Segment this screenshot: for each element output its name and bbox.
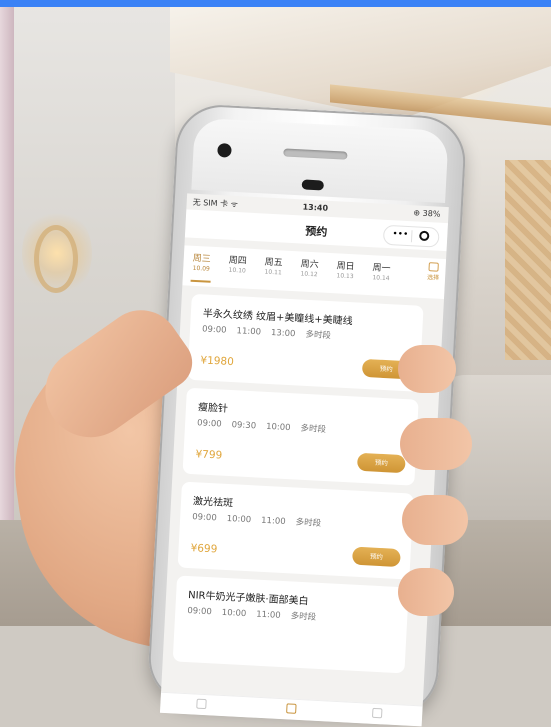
wall-lamp-ring — [34, 225, 78, 293]
decorative-panel — [505, 160, 551, 360]
time-slot[interactable]: 09:30 — [231, 420, 256, 431]
calendar-icon — [428, 262, 439, 272]
smartphone: 无 SIM 卡 ᯤ 13:40 ⊕ 38% 预约 ••• 周三 10.09 周四 1… — [146, 102, 468, 727]
time-slot[interactable]: 09:00 — [202, 324, 227, 335]
time-slot[interactable]: 09:00 — [192, 512, 217, 523]
service-card[interactable]: 瘦脸针 09:00 09:30 10:00 多时段 ¥799 预约 — [182, 387, 419, 486]
finger — [398, 568, 454, 616]
day-tab-2[interactable]: 周五 10.11 — [255, 254, 292, 277]
clock: 13:40 — [302, 202, 329, 213]
home-tab-icon[interactable] — [196, 698, 207, 710]
service-card[interactable]: 半永久纹绣 纹眉+美瞳线+美睫线 09:00 11:00 13:00 多时段 ¥198… — [187, 293, 424, 392]
top-accent-bar — [0, 0, 551, 7]
service-price: ¥799 — [195, 448, 223, 462]
day-tab-3[interactable]: 周六 10.12 — [291, 256, 328, 279]
bottom-tab-bar — [159, 691, 423, 727]
day-tab-4[interactable]: 周日 10.13 — [327, 258, 364, 281]
time-slot-more[interactable]: 多时段 — [290, 611, 316, 622]
book-button[interactable]: 预约 — [351, 546, 401, 568]
time-slot-more[interactable]: 多时段 — [300, 424, 326, 435]
time-slots: 09:00 09:30 10:00 多时段 — [197, 416, 336, 435]
day-tab-5[interactable]: 周一 10.14 — [363, 260, 400, 283]
miniprogram-capsule: ••• — [382, 224, 440, 248]
finger — [402, 495, 468, 545]
book-button[interactable]: 预约 — [356, 452, 406, 474]
date-selector: 周三 10.09 周四 10.10 周五 10.11 周六 10.12 周日 10.13 … — [182, 245, 447, 300]
active-day-indicator — [190, 279, 211, 283]
finger — [398, 345, 456, 393]
carrier-status: 无 SIM 卡 ᯤ — [192, 197, 239, 210]
service-name: 瘦脸针 — [197, 402, 229, 415]
finger — [400, 418, 472, 470]
profile-tab-icon[interactable] — [371, 707, 383, 719]
close-target-icon[interactable] — [419, 230, 430, 242]
service-price: ¥1980 — [200, 354, 235, 369]
time-slot[interactable]: 10:00 — [222, 608, 247, 619]
service-card[interactable]: 激光祛斑 09:00 10:00 11:00 多时段 ¥699 预约 — [177, 481, 414, 580]
calendar-picker-button[interactable]: 选择 — [423, 262, 444, 282]
time-slot[interactable]: 09:00 — [197, 418, 222, 429]
time-slots: 09:00 10:00 11:00 多时段 — [192, 510, 331, 529]
time-slot[interactable]: 13:00 — [271, 328, 296, 339]
time-slot[interactable]: 10:00 — [266, 422, 291, 433]
time-slot[interactable]: 11:00 — [256, 610, 281, 621]
time-slot[interactable]: 11:00 — [261, 516, 286, 527]
time-slot[interactable]: 10:00 — [226, 514, 251, 525]
service-name: 激光祛斑 — [192, 496, 234, 510]
day-tab-0[interactable]: 周三 10.09 — [183, 250, 220, 273]
battery-status: ⊕ 38% — [413, 208, 441, 219]
day-tab-1[interactable]: 周四 10.10 — [219, 252, 256, 275]
time-slot-more[interactable]: 多时段 — [295, 518, 321, 529]
booking-tab-icon[interactable] — [286, 703, 297, 714]
capsule-divider — [410, 230, 413, 243]
proximity-sensor — [301, 179, 325, 191]
time-slot-more[interactable]: 多时段 — [305, 330, 331, 341]
service-card[interactable]: NIR牛奶光子嫩肤·面部美白 09:00 10:00 11:00 多时段 — [172, 575, 409, 674]
more-menu-icon[interactable]: ••• — [392, 229, 408, 240]
time-slot[interactable]: 09:00 — [187, 606, 212, 617]
time-slot[interactable]: 11:00 — [236, 326, 261, 337]
service-price: ¥699 — [190, 542, 218, 556]
